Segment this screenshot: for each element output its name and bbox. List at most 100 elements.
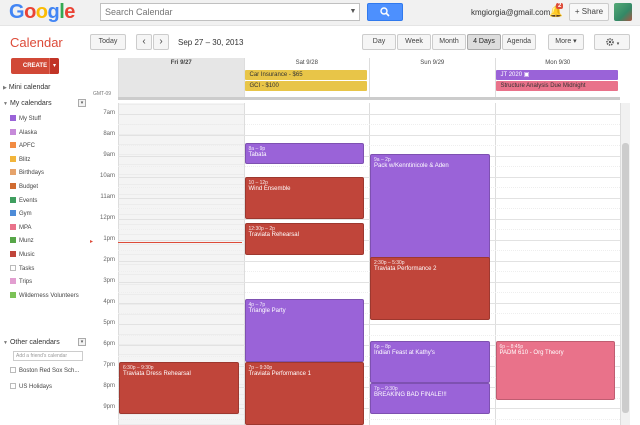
calendar-item[interactable]: Birthdays <box>10 169 44 179</box>
time-label: 12pm <box>99 214 115 221</box>
event-title: BREAKING BAD FINALE!!! <box>374 391 447 398</box>
calendar-item-label: Blitz <box>19 156 31 163</box>
next-button[interactable]: › <box>153 34 169 50</box>
all-day-event[interactable]: Car Insurance - $65 <box>244 70 367 80</box>
calendar-item[interactable]: Trips <box>10 278 32 288</box>
calendar-item[interactable]: Alaska <box>10 128 37 139</box>
prev-button[interactable]: ‹ <box>136 34 152 50</box>
day-header[interactable]: Mon 9/30 <box>494 58 621 68</box>
settings-button[interactable]: ▾ <box>594 34 630 50</box>
other-calendars-menu-button[interactable]: ▾ <box>78 338 86 346</box>
calendar-color-swatch <box>10 115 16 121</box>
search-button[interactable] <box>367 3 403 21</box>
calendar-event[interactable]: 7p – 9:30p Traviata Performance 1 <box>244 361 364 425</box>
other-calendars-toggle[interactable]: ▼ Other calendars <box>3 339 60 346</box>
calendar-item-label: Munz <box>19 238 34 245</box>
view-button-week[interactable]: Week <box>397 34 431 50</box>
calendar-item[interactable]: APFC <box>10 142 35 152</box>
my-calendars-toggle[interactable]: ▼ My calendars <box>3 100 52 107</box>
all-day-cell[interactable] <box>369 68 495 97</box>
view-button-day[interactable]: Day <box>362 34 396 50</box>
view-button-month[interactable]: Month <box>432 34 466 50</box>
scrollbar-thumb[interactable] <box>622 143 629 413</box>
calendar-item[interactable]: Tasks <box>10 264 34 275</box>
calendar-color-swatch <box>10 183 16 189</box>
current-time-line <box>118 241 242 243</box>
time-label: 3pm <box>103 277 115 284</box>
half-hour-line <box>118 166 620 168</box>
view-button-agenda[interactable]: Agenda <box>502 34 536 50</box>
calendar-event[interactable]: 4p – 7p Triangle Party <box>244 298 364 362</box>
time-label: 5pm <box>103 319 115 326</box>
calendar-item[interactable]: Budget <box>10 183 38 193</box>
calendar-item[interactable]: Blitz <box>10 155 31 166</box>
calendar-event[interactable]: 8a – 9p Tabata <box>244 142 364 165</box>
event-title: Traviata Performance 1 <box>248 370 311 377</box>
event-title: Traviata Dress Rehearsal <box>123 370 191 377</box>
add-friend-calendar-input[interactable]: Add a friend's calendar <box>13 351 83 361</box>
sidebar: CREATE ▾ ▶ Mini calendar ▼ My calendars ▾ … <box>0 55 90 425</box>
calendar-item[interactable]: Boston Red Sox Sch... <box>10 367 79 377</box>
calendar-item[interactable]: Munz <box>10 237 34 247</box>
event-time: 9a – 2p <box>374 156 391 163</box>
day-header[interactable]: Fri 9/27 <box>118 58 244 68</box>
all-day-cell[interactable] <box>118 68 244 97</box>
hour-line <box>118 197 620 199</box>
mini-calendar-toggle[interactable]: ▶ Mini calendar <box>3 84 51 91</box>
view-button-4-days[interactable]: 4 Days <box>467 34 501 50</box>
half-hour-line <box>118 187 620 189</box>
all-day-event[interactable]: Structure Analysis Due Midnight <box>495 81 618 91</box>
hour-line <box>118 239 620 241</box>
top-bar: Google ▼ kmgiorgia@gmail.com 🔔 2 + Share <box>0 0 640 26</box>
hour-line <box>118 218 620 220</box>
all-day-event[interactable]: GCI - $100 <box>244 81 367 91</box>
day-header[interactable]: Sat 9/28 <box>243 58 370 68</box>
calendar-item[interactable]: MPA <box>10 223 32 234</box>
calendar-item[interactable]: Gym <box>10 210 32 220</box>
gear-icon <box>605 38 614 46</box>
time-label: 9am <box>103 151 115 158</box>
calendar-event[interactable]: 12:30p – 2p Traviata Rehearsal <box>244 222 364 255</box>
half-hour-line <box>118 271 620 273</box>
notification-badge[interactable]: 2 <box>556 3 564 9</box>
my-calendars-menu-button[interactable]: ▾ <box>78 99 86 107</box>
user-email[interactable]: kmgiorgia@gmail.com <box>471 8 550 17</box>
calendar-color-swatch <box>10 383 16 389</box>
calendar-item-label: Budget <box>19 184 39 190</box>
calendar-color-swatch <box>10 128 16 135</box>
calendar-event[interactable]: 6p – 8p Indian Feast at Kathy's <box>370 340 490 383</box>
calendar-event[interactable]: 10 – 12p Wind Ensemble <box>244 176 364 219</box>
event-title: Traviata Performance 2 <box>374 265 437 272</box>
today-button[interactable]: Today <box>90 34 126 50</box>
avatar[interactable] <box>614 3 632 21</box>
calendar-item-label: My Stuff <box>19 116 41 122</box>
calendar-event[interactable]: 9a – 2p Pack w/Kenntinicole & Aden <box>370 153 490 261</box>
calendar-event[interactable]: 6:30p – 9:30p Traviata Dress Rehearsal <box>119 361 239 415</box>
search-options-icon[interactable]: ▼ <box>347 4 359 20</box>
calendar-item[interactable]: My Stuff <box>10 115 41 125</box>
google-logo[interactable]: Google <box>9 1 75 24</box>
event-time: 6:30p – 9:30p <box>123 364 154 371</box>
app-title: Calendar <box>10 35 63 50</box>
calendar-event[interactable]: 7p – 9:30p BREAKING BAD FINALE!!! <box>370 382 490 415</box>
share-button[interactable]: + Share <box>569 3 609 21</box>
time-label: 4pm <box>103 298 115 305</box>
more-button[interactable]: More ▾ <box>548 34 584 50</box>
search-box[interactable]: ▼ <box>100 3 360 21</box>
calendar-event[interactable]: 2:30p – 5:30p Traviata Performance 2 <box>370 256 490 320</box>
search-input[interactable] <box>101 4 349 20</box>
all-day-event[interactable]: JT 2020 ▣ <box>495 70 618 80</box>
time-label: 6pm <box>103 341 115 348</box>
event-time: 6p – 8p <box>374 343 391 350</box>
day-header[interactable]: Sun 9/29 <box>369 58 495 68</box>
calendar-item[interactable]: US Holidays <box>10 383 52 393</box>
calendar-item[interactable]: Events <box>10 196 37 207</box>
calendar-item[interactable]: Wilderness Volunteers <box>10 291 79 302</box>
calendar-item[interactable]: Music <box>10 251 35 261</box>
calendar-event[interactable]: 6p – 8:45p PADM 610 - Org Theory <box>495 340 615 400</box>
create-dropdown-icon[interactable]: ▾ <box>49 58 59 74</box>
calendar-item-label: Music <box>19 252 35 258</box>
time-label: 8am <box>103 130 115 137</box>
half-hour-line <box>118 208 620 210</box>
scrollbar[interactable] <box>620 103 630 425</box>
